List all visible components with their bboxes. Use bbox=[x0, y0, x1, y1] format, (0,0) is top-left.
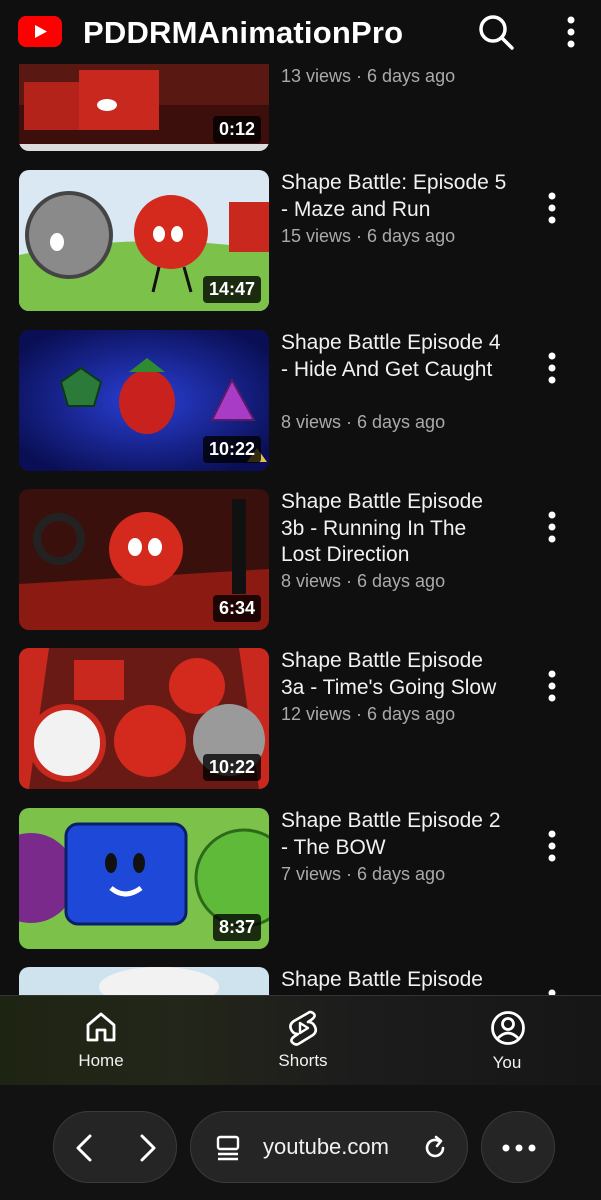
video-title[interactable]: Shape Battle Episode 4 - Hide And Get Ca… bbox=[281, 330, 511, 383]
nav-home-label: Home bbox=[78, 1051, 124, 1070]
video-meta: 7 views · 6 days ago bbox=[281, 864, 446, 884]
nav-you-label: You bbox=[492, 1053, 522, 1072]
address-bar[interactable]: youtube.com bbox=[190, 1111, 468, 1183]
list-item[interactable]: Shape Battle Episode bbox=[0, 967, 601, 995]
video-thumbnail[interactable]: 10:22 bbox=[19, 648, 269, 789]
page-info-icon[interactable] bbox=[215, 1134, 241, 1162]
nav-shorts-label: Shorts bbox=[278, 1051, 328, 1070]
more-vertical-icon[interactable] bbox=[540, 828, 564, 864]
more-vertical-icon[interactable] bbox=[540, 190, 564, 226]
video-title[interactable]: Shape Battle Episode 3b - Running In The… bbox=[281, 489, 511, 569]
video-duration: 10:22 bbox=[202, 436, 261, 463]
browser-toolbar: youtube.com bbox=[0, 1085, 601, 1200]
list-item[interactable]: 6:34 Shape Battle Episode 3b - Running I… bbox=[0, 489, 601, 639]
url-text: youtube.com bbox=[263, 1134, 389, 1159]
video-thumbnail[interactable]: 14:47 bbox=[19, 170, 269, 311]
list-item[interactable]: 8:37 Shape Battle Episode 2 - The BOW 7 … bbox=[0, 808, 601, 958]
forward-arrow-icon[interactable] bbox=[136, 1132, 160, 1164]
video-title[interactable]: Shape Battle Episode 3a - Time's Going S… bbox=[281, 648, 511, 701]
nav-you[interactable]: You bbox=[452, 996, 562, 1086]
shorts-icon bbox=[289, 1010, 318, 1046]
youtube-logo-icon[interactable] bbox=[18, 16, 62, 47]
video-thumbnail[interactable]: 8:37 bbox=[19, 808, 269, 949]
video-thumbnail[interactable]: 6:34 bbox=[19, 489, 269, 630]
video-title[interactable]: Shape Battle Episode 2 - The BOW bbox=[281, 808, 511, 861]
search-icon[interactable] bbox=[476, 12, 516, 52]
video-meta: 8 views · 6 days ago bbox=[281, 571, 446, 591]
video-duration: 10:22 bbox=[202, 754, 261, 781]
video-list[interactable]: 0:12 13 views · 6 days ago 14:47 Shape B… bbox=[0, 0, 601, 995]
list-item[interactable]: 14:47 Shape Battle: Episode 5 - Maze and… bbox=[0, 170, 601, 320]
back-arrow-icon[interactable] bbox=[72, 1132, 96, 1164]
video-meta: 8 views · 6 days ago bbox=[281, 412, 446, 432]
more-horizontal-icon bbox=[502, 1144, 536, 1152]
video-duration: 8:37 bbox=[212, 914, 261, 941]
top-app-bar: PDDRMAnimationPro bbox=[0, 0, 601, 64]
more-vertical-icon[interactable] bbox=[556, 12, 586, 52]
list-item[interactable]: 10:22 Shape Battle Episode 3a - Time's G… bbox=[0, 648, 601, 798]
browser-menu-button[interactable] bbox=[481, 1111, 555, 1183]
reload-icon[interactable] bbox=[421, 1134, 449, 1162]
nav-home[interactable]: Home bbox=[46, 996, 156, 1086]
channel-name: PDDRMAnimationPro bbox=[83, 15, 404, 50]
more-vertical-icon[interactable] bbox=[540, 987, 564, 995]
more-vertical-icon[interactable] bbox=[540, 668, 564, 704]
account-circle-icon bbox=[491, 1011, 525, 1045]
home-icon bbox=[86, 1012, 116, 1042]
list-item[interactable]: 10:22 Shape Battle Episode 4 - Hide And … bbox=[0, 330, 601, 480]
history-nav bbox=[53, 1111, 177, 1183]
video-title[interactable]: Shape Battle Episode bbox=[281, 967, 511, 994]
video-duration: 0:12 bbox=[212, 116, 261, 143]
video-duration: 14:47 bbox=[202, 276, 261, 303]
video-meta: 15 views · 6 days ago bbox=[281, 226, 456, 246]
thumbnail-art bbox=[19, 967, 269, 995]
video-thumbnail[interactable]: 10:22 bbox=[19, 330, 269, 471]
video-meta: 13 views · 6 days ago bbox=[281, 66, 456, 86]
video-title[interactable]: Shape Battle: Episode 5 - Maze and Run bbox=[281, 170, 511, 223]
video-duration: 6:34 bbox=[212, 595, 261, 622]
bottom-navigation: Home Shorts You bbox=[0, 995, 601, 1085]
video-meta: 12 views · 6 days ago bbox=[281, 704, 456, 724]
more-vertical-icon[interactable] bbox=[540, 509, 564, 545]
more-vertical-icon[interactable] bbox=[540, 350, 564, 386]
nav-shorts[interactable]: Shorts bbox=[248, 996, 358, 1086]
video-thumbnail[interactable] bbox=[19, 967, 269, 995]
